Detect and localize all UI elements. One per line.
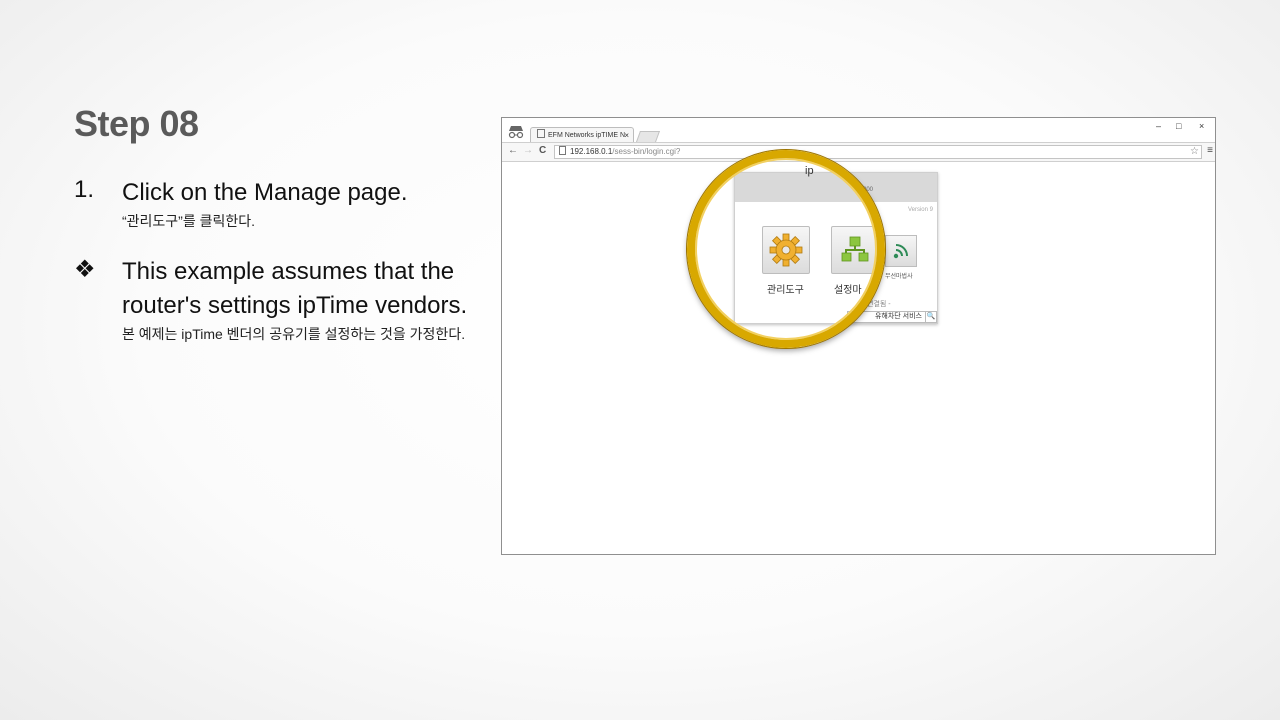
- reload-icon[interactable]: C: [539, 145, 546, 157]
- bookmark-star-icon[interactable]: ☆: [1190, 146, 1199, 158]
- panel-header: ip 800: [735, 165, 937, 202]
- close-button[interactable]: ×: [1199, 121, 1204, 131]
- gear-icon: [769, 233, 803, 267]
- wifi-icon: [893, 244, 908, 259]
- tab-active[interactable]: EFM Networks ipTIME N ×: [530, 127, 634, 143]
- incognito-icon: [508, 126, 524, 139]
- maximize-button[interactable]: □: [1176, 121, 1181, 131]
- network-icon: [841, 236, 869, 262]
- item-number: 1.: [74, 176, 95, 203]
- note-subtext: 본 예제는 ipTime 벤더의 공유기를 설정하는 것을 가정한다.: [122, 326, 466, 342]
- slide-title: Step 08: [74, 103, 199, 144]
- step-item: 1. Click on the Manage page. “관리도구”를 클릭한…: [74, 176, 494, 232]
- url-host: 192.168.0.1: [570, 147, 613, 156]
- address-bar[interactable]: 192.168.0.1/sess-bin/login.cgi? ☆: [554, 145, 1202, 159]
- item-text: Click on the Manage page.: [122, 179, 408, 206]
- page-icon: [537, 129, 545, 138]
- harmful-block-service-link[interactable]: 유해차단 서비스: [847, 311, 926, 323]
- menu-icon[interactable]: ≡: [1207, 145, 1213, 156]
- back-icon[interactable]: ←: [508, 145, 518, 157]
- search-icon[interactable]: 🔍: [925, 311, 937, 323]
- wireless-wizard-button[interactable]: [885, 235, 917, 267]
- panel-header-text: ip: [805, 165, 814, 177]
- forward-icon[interactable]: →: [523, 145, 533, 157]
- browser-toolbar: ← → C 192.168.0.1/sess-bin/login.cgi? ☆ …: [502, 142, 1215, 162]
- note-text: This example assumes that the router's s…: [122, 258, 468, 319]
- new-tab-button[interactable]: [635, 131, 661, 142]
- page-info-icon[interactable]: [559, 146, 566, 155]
- item-subtext: “관리도구”를 클릭한다.: [122, 213, 256, 229]
- manage-tool-label: 관리도구: [767, 285, 804, 296]
- page-content: ip 800 Version 9 관리도구 설정마 무선마법사 연결됨 - 유해…: [502, 150, 1215, 554]
- router-login-panel: ip 800 Version 9 관리도구 설정마 무선마법사 연결됨 - 유해…: [734, 165, 938, 324]
- bullet-icon: ❖: [74, 256, 96, 283]
- panel-field: 800: [863, 187, 874, 193]
- wireless-wizard-label: 무선마법사: [885, 274, 913, 280]
- setup-wizard-button[interactable]: [831, 226, 879, 274]
- connection-status: 연결됨 -: [867, 301, 891, 308]
- tab-bar: EFM Networks ipTIME N × – □ ×: [502, 118, 1215, 143]
- minimize-button[interactable]: –: [1156, 121, 1161, 131]
- browser-window: EFM Networks ipTIME N × – □ × ← → C 192.…: [501, 117, 1216, 555]
- setup-wizard-label: 설정마: [834, 285, 862, 296]
- tab-close-icon[interactable]: ×: [624, 128, 629, 143]
- version-text: Version 9: [907, 207, 933, 213]
- tab-title: EFM Networks ipTIME N: [548, 132, 626, 139]
- note-item: ❖ This example assumes that the router's…: [74, 255, 494, 345]
- manage-tool-button[interactable]: [762, 226, 810, 274]
- url-path: /sess-bin/login.cgi?: [612, 147, 681, 156]
